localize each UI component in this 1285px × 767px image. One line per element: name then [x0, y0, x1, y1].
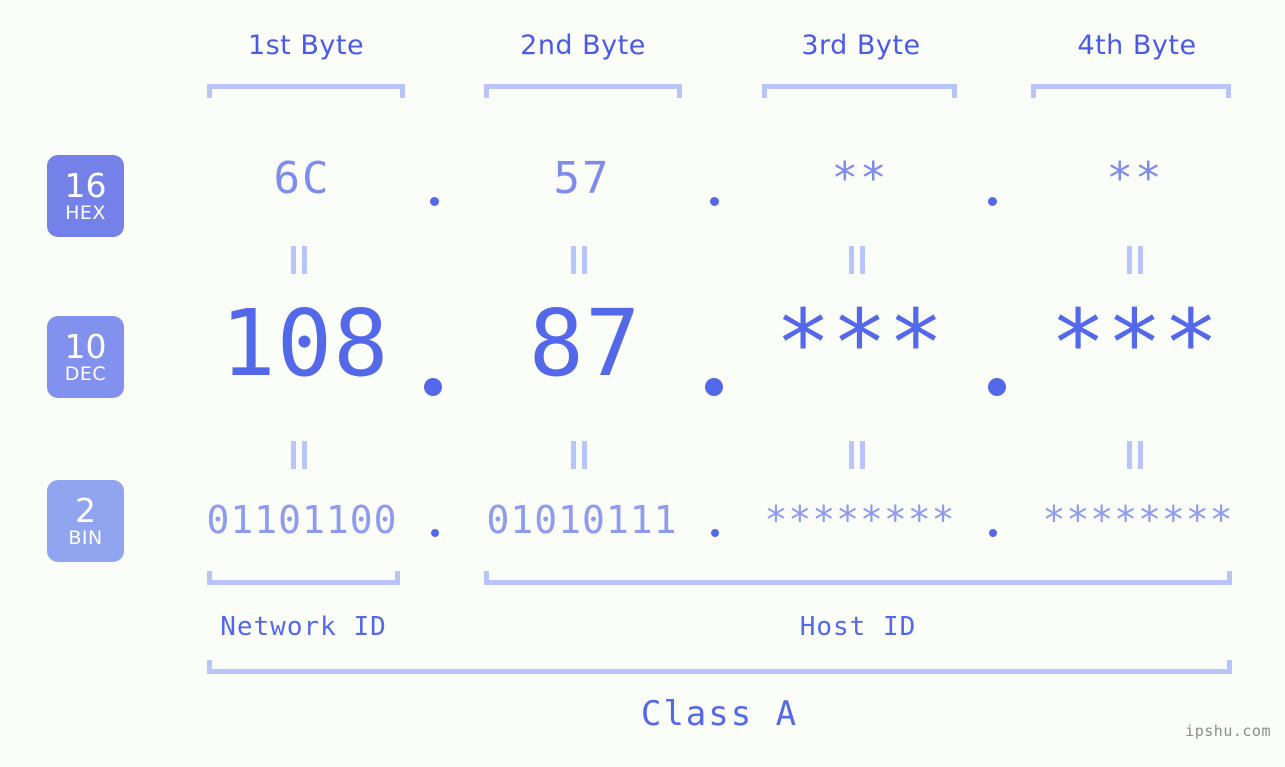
equals-connector-1-hex-dec — [291, 246, 307, 274]
base-badge-hex: 16 HEX — [47, 155, 124, 237]
equals-connector-3-dec-bin — [849, 441, 865, 469]
base-badge-hex-number: 16 — [64, 165, 107, 205]
hex-byte-3: ** — [831, 153, 889, 204]
dec-byte-2: 87 — [528, 290, 642, 397]
base-badge-dec: 10 DEC — [47, 316, 124, 398]
base-badge-bin: 2 BIN — [47, 480, 124, 562]
base-badge-dec-abbr: DEC — [64, 362, 107, 385]
hex-dot-2 — [710, 197, 719, 206]
dec-byte-1: 108 — [220, 290, 390, 397]
byte-header-3: 3rd Byte — [801, 30, 921, 61]
host-id-label: Host ID — [799, 612, 917, 642]
equals-connector-2-hex-dec — [571, 246, 587, 274]
base-badge-dec-number: 10 — [64, 326, 107, 366]
byte-bracket-3 — [762, 84, 957, 98]
bin-dot-1 — [431, 529, 439, 537]
base-badge-bin-abbr: BIN — [68, 526, 103, 549]
bin-byte-3: ******** — [764, 498, 956, 542]
equals-connector-2-dec-bin — [571, 441, 587, 469]
bin-byte-4: ******** — [1042, 498, 1234, 542]
equals-connector-4-hex-dec — [1127, 246, 1143, 274]
equals-connector-3-hex-dec — [849, 246, 865, 274]
byte-bracket-4 — [1031, 84, 1231, 98]
ip-address-breakdown-diagram: 1st Byte 2nd Byte 3rd Byte 4th Byte 16 H… — [0, 0, 1285, 767]
class-bracket — [207, 660, 1232, 674]
bin-dot-2 — [711, 529, 719, 537]
dec-dot-1 — [424, 378, 442, 396]
bin-byte-2: 01010111 — [486, 498, 678, 542]
byte-bracket-1 — [207, 84, 405, 98]
bin-dot-3 — [989, 529, 997, 537]
dec-dot-3 — [988, 378, 1006, 396]
byte-header-4: 4th Byte — [1077, 30, 1197, 61]
hex-byte-4: ** — [1106, 153, 1164, 204]
hex-dot-3 — [988, 197, 997, 206]
watermark: ipshu.com — [1185, 722, 1271, 740]
base-badge-hex-abbr: HEX — [65, 201, 106, 224]
class-label: Class A — [640, 694, 799, 734]
base-badge-bin-number: 2 — [75, 490, 96, 530]
byte-header-2: 2nd Byte — [520, 30, 646, 61]
byte-header-1: 1st Byte — [247, 30, 365, 61]
hex-dot-1 — [430, 197, 439, 206]
dec-byte-3: *** — [775, 290, 945, 397]
bin-byte-1: 01101100 — [206, 498, 398, 542]
hex-byte-1: 6C — [273, 153, 331, 204]
equals-connector-1-dec-bin — [291, 441, 307, 469]
host-id-bracket — [484, 571, 1232, 585]
hex-byte-2: 57 — [553, 153, 611, 204]
dec-dot-2 — [705, 378, 723, 396]
equals-connector-4-dec-bin — [1127, 441, 1143, 469]
byte-bracket-2 — [484, 84, 682, 98]
network-id-bracket — [207, 571, 400, 585]
dec-byte-4: *** — [1050, 290, 1220, 397]
network-id-label: Network ID — [220, 612, 387, 642]
